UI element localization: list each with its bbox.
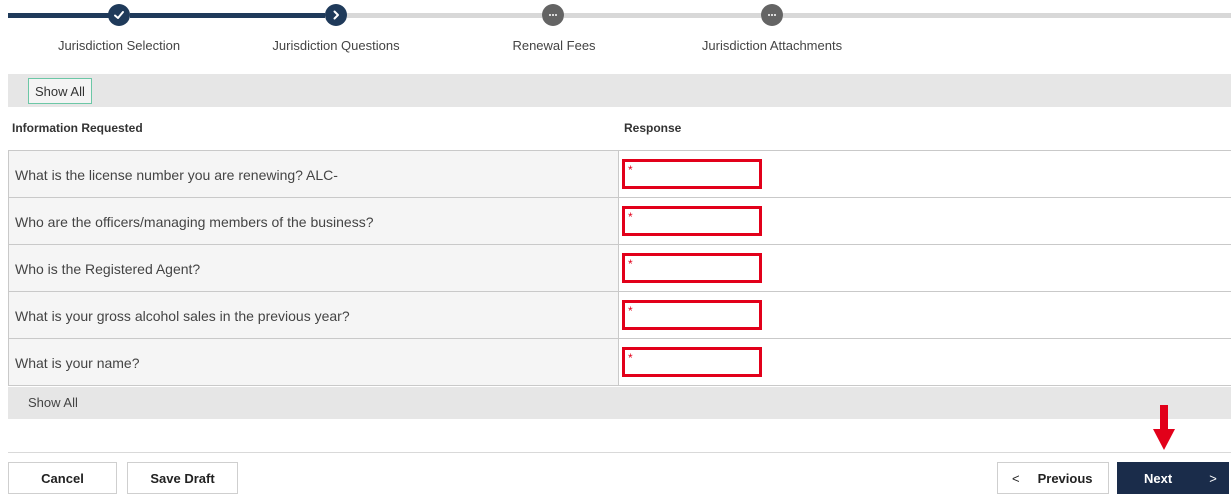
question-cell: What is your gross alcohol sales in the … bbox=[9, 292, 619, 338]
question-cell: What is your name? bbox=[9, 339, 619, 385]
stepper-line-pending bbox=[564, 13, 761, 18]
question-cell: Who are the officers/managing members of… bbox=[9, 198, 619, 244]
header-information-requested: Information Requested bbox=[12, 121, 143, 135]
progress-stepper: Jurisdiction Selection Jurisdiction Ques… bbox=[0, 0, 1231, 60]
next-button[interactable]: Next > bbox=[1117, 462, 1229, 494]
save-draft-label: Save Draft bbox=[150, 470, 215, 486]
required-asterisk: * bbox=[628, 163, 633, 177]
questions-table: What is the license number you are renew… bbox=[8, 150, 1231, 386]
table-row: What is your name? * bbox=[9, 339, 1231, 386]
ellipsis-icon bbox=[549, 14, 557, 16]
show-all-bar-top: Show All bbox=[8, 74, 1231, 107]
header-response: Response bbox=[624, 121, 682, 135]
table-row: What is the license number you are renew… bbox=[9, 151, 1231, 198]
name-input[interactable]: * bbox=[622, 347, 762, 377]
chevron-right-icon bbox=[333, 10, 339, 20]
license-number-input[interactable]: * bbox=[622, 159, 762, 189]
cancel-label: Cancel bbox=[41, 470, 84, 486]
step-label-jurisdiction-questions: Jurisdiction Questions bbox=[272, 38, 400, 53]
step-node-jurisdiction-attachments[interactable] bbox=[761, 4, 783, 26]
footer-divider bbox=[8, 452, 1231, 453]
required-asterisk: * bbox=[628, 210, 633, 224]
cancel-button[interactable]: Cancel bbox=[8, 462, 117, 494]
question-text: Who are the officers/managing members of… bbox=[15, 214, 374, 230]
step-label-jurisdiction-attachments: Jurisdiction Attachments bbox=[701, 38, 843, 53]
step-node-jurisdiction-questions[interactable] bbox=[325, 4, 347, 26]
stepper-line-complete bbox=[130, 13, 325, 18]
step-node-jurisdiction-selection[interactable] bbox=[108, 4, 130, 26]
show-all-link[interactable]: Show All bbox=[28, 395, 78, 410]
step-label-jurisdiction-selection: Jurisdiction Selection bbox=[57, 38, 181, 53]
chevron-right-icon: > bbox=[1209, 470, 1217, 486]
question-cell: What is the license number you are renew… bbox=[9, 151, 619, 197]
show-all-bar-bottom: Show All bbox=[8, 387, 1231, 419]
question-cell: Who is the Registered Agent? bbox=[9, 245, 619, 291]
required-asterisk: * bbox=[628, 351, 633, 365]
table-row: Who are the officers/managing members of… bbox=[9, 198, 1231, 245]
ellipsis-icon bbox=[768, 14, 776, 16]
officers-input[interactable]: * bbox=[622, 206, 762, 236]
previous-label: Previous bbox=[1037, 470, 1093, 486]
required-asterisk: * bbox=[628, 304, 633, 318]
check-icon bbox=[114, 11, 124, 19]
save-draft-button[interactable]: Save Draft bbox=[127, 462, 238, 494]
registered-agent-input[interactable]: * bbox=[622, 253, 762, 283]
gross-sales-input[interactable]: * bbox=[622, 300, 762, 330]
chevron-left-icon: < bbox=[1012, 470, 1020, 486]
step-node-renewal-fees[interactable] bbox=[542, 4, 564, 26]
table-row: What is your gross alcohol sales in the … bbox=[9, 292, 1231, 339]
previous-button[interactable]: < Previous bbox=[997, 462, 1109, 494]
table-header: Information Requested Response bbox=[8, 108, 1231, 151]
table-row: Who is the Registered Agent? * bbox=[9, 245, 1231, 292]
red-arrow-down-icon bbox=[1153, 405, 1175, 450]
show-all-button[interactable]: Show All bbox=[28, 78, 92, 104]
question-text: What is your gross alcohol sales in the … bbox=[15, 308, 350, 324]
question-text: Who is the Registered Agent? bbox=[15, 261, 201, 277]
stepper-line-complete bbox=[8, 13, 109, 18]
stepper-line-pending bbox=[783, 13, 1231, 18]
stepper-line-pending bbox=[347, 13, 542, 18]
required-asterisk: * bbox=[628, 257, 633, 271]
question-text: What is your name? bbox=[15, 355, 140, 371]
next-label: Next bbox=[1144, 470, 1173, 486]
question-text: What is the license number you are renew… bbox=[15, 167, 338, 183]
step-label-renewal-fees: Renewal Fees bbox=[512, 38, 596, 53]
